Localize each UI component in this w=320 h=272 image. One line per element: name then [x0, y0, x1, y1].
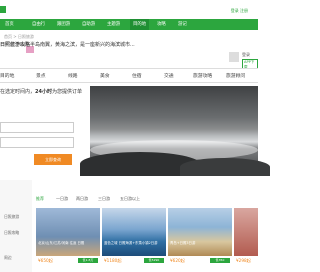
tab-transport[interactable]: 交通	[164, 72, 174, 79]
route-card-price: ¥298起	[236, 258, 251, 263]
hero-mountain-ridge-right	[180, 158, 270, 176]
login-register-link[interactable]: 登录 注册	[231, 8, 248, 14]
nav-item-home[interactable]: 首页	[5, 19, 14, 30]
tab-food[interactable]: 美食	[100, 72, 110, 79]
filter-tab-2day[interactable]: 两日游	[76, 196, 88, 202]
nav-item-group[interactable]: 跟团游	[57, 19, 70, 30]
route-card-caption: 蓝色之城 日照海滨+东夷小镇2日游	[104, 241, 158, 245]
search-button[interactable]: 立即查询	[34, 154, 72, 165]
top-bar: 登录 注册	[0, 0, 258, 19]
tab-routes[interactable]: 线路	[68, 72, 78, 79]
sidebar-item-nearby[interactable]: 周边	[4, 255, 12, 261]
sidebar-item-travel[interactable]: 日照旅游	[4, 214, 19, 220]
route-card-image	[102, 208, 166, 256]
route-card[interactable]: 青岛+日照3日游 ¥620起 售350	[168, 208, 232, 268]
route-cards: 北京/山东/江苏/河南 往返 日照 ¥650起 售1.8万 蓝色之城 日照海滨+…	[36, 208, 258, 272]
nav-item-self[interactable]: 自助游	[82, 19, 95, 30]
app-qr-icon	[229, 52, 239, 62]
route-card-caption: 青岛+日照3日游	[170, 241, 196, 245]
breadcrumb: 首页 > 日照旅游	[4, 34, 34, 39]
route-card-price: ¥1180起	[104, 258, 122, 263]
route-card[interactable]: 蓝色之城 日照海滨+东夷小镇2日游 ¥1180起 售5290	[102, 208, 166, 268]
left-sidebar: 日照旅游 日照攻略 周边	[0, 180, 32, 272]
filter-tab-3day[interactable]: 三日游	[98, 196, 110, 202]
route-card-price: ¥650起	[38, 258, 53, 263]
nav-item-guide[interactable]: 攻略	[157, 19, 166, 30]
filter-tab-5day[interactable]: 五日游以上	[120, 196, 140, 202]
nav-item-theme[interactable]: 主题游	[107, 19, 120, 30]
nav-item-travelnotes[interactable]: 游记	[178, 19, 187, 30]
search-input-date[interactable]	[0, 137, 74, 148]
tab-attractions[interactable]: 景点	[36, 72, 46, 79]
filter-tab-recommend[interactable]: 推荐	[36, 196, 44, 202]
hero-image[interactable]	[80, 86, 270, 176]
route-filter-tabs: 推荐 一日游 两日游 三日游 五日游以上	[36, 196, 258, 204]
route-card-image	[36, 208, 100, 256]
route-card-image	[168, 208, 232, 256]
right-widget-label[interactable]: 登录	[242, 52, 250, 58]
tab-advisor[interactable]: 旅游顾问	[226, 72, 245, 79]
tab-hotels[interactable]: 住宿	[132, 72, 142, 79]
tab-guides[interactable]: 旅游攻略	[193, 72, 212, 79]
search-input-destination[interactable]	[0, 122, 74, 133]
site-logo[interactable]	[0, 6, 6, 13]
route-card-price: ¥620起	[170, 258, 185, 263]
route-card-sales-badge: 售350	[210, 258, 230, 263]
nav-item-destination[interactable]: 目的地	[130, 19, 150, 30]
route-card[interactable]: ¥298起	[234, 208, 258, 268]
city-description: 日照位于山东半岛南翼，黄海之滨，是一座新兴的海滨城市...	[0, 42, 135, 48]
route-card-sales-badge: 售1.8万	[78, 258, 98, 263]
tab-destination[interactable]: 目的地	[0, 72, 14, 79]
route-card-image	[234, 208, 258, 256]
sidebar-item-guide[interactable]: 日照攻略	[4, 230, 19, 236]
filter-tab-1day[interactable]: 一日游	[56, 196, 68, 202]
route-card-caption: 北京/山东/江苏/河南 往返 日照	[38, 241, 85, 245]
nav-item-free[interactable]: 自由行	[32, 19, 45, 30]
route-card-sales-badge: 售5290	[144, 258, 164, 263]
main-nav: 首页 自由行 跟团游 自助游 主题游 目的地 攻略 游记	[0, 19, 258, 30]
destination-tabs: 目的地 景点 线路 美食 住宿 交通 旅游攻略 旅游顾问	[0, 68, 258, 83]
route-card[interactable]: 北京/山东/江苏/河南 往返 日照 ¥650起 售1.8万	[36, 208, 100, 268]
